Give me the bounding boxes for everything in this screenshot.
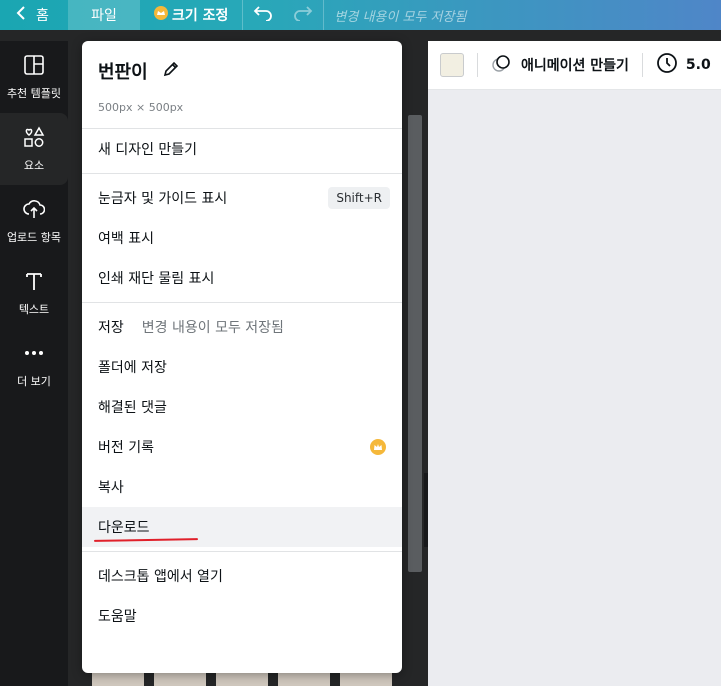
menu-item-label: 눈금자 및 가이드 표시 bbox=[98, 191, 228, 207]
menu-item-label: 저장 bbox=[98, 320, 124, 336]
menu-header: 번판이 500px × 500px bbox=[82, 41, 402, 129]
more-icon bbox=[23, 342, 45, 367]
editor-toolbar: 애니메이션 만들기 5.0 bbox=[428, 41, 721, 90]
animate-icon bbox=[491, 53, 513, 77]
clock-icon bbox=[656, 52, 678, 78]
menu-item-open-desktop[interactable]: 데스크톱 앱에서 열기 bbox=[82, 556, 402, 596]
menu-item-label: 버전 기록 bbox=[98, 440, 154, 456]
rail-item-elements[interactable]: 요소 bbox=[0, 113, 68, 185]
menu-item-copy[interactable]: 복사 bbox=[82, 467, 402, 507]
rail-item-label: 텍스트 bbox=[18, 302, 50, 316]
thumbnail[interactable] bbox=[154, 672, 206, 686]
thumbnail[interactable] bbox=[278, 672, 330, 686]
save-status: 변경 내용이 모두 저장됨 bbox=[334, 9, 467, 25]
menu-item-show-rulers[interactable]: 눈금자 및 가이드 표시 Shift+R bbox=[82, 178, 402, 218]
timer-label: 5.0 bbox=[685, 57, 711, 73]
menu-item-label: 데스크톱 앱에서 열기 bbox=[98, 569, 223, 585]
rail-item-uploads[interactable]: 업로드 항목 bbox=[0, 185, 68, 257]
background-color-swatch[interactable] bbox=[440, 53, 464, 77]
crown-icon bbox=[370, 439, 386, 455]
rail-item-label: 더 보기 bbox=[17, 374, 51, 388]
menu-item-label: 복사 bbox=[98, 480, 124, 496]
home-button[interactable]: 홈 bbox=[0, 0, 68, 30]
menu-item-label: 새 디자인 만들기 bbox=[98, 142, 198, 158]
menu-item-label: 인쇄 재단 물림 표시 bbox=[98, 271, 215, 287]
design-size: 500px × 500px bbox=[98, 101, 184, 114]
shortcut-badge: Shift+R bbox=[328, 187, 390, 209]
file-menu: 번판이 500px × 500px 새 디자인 만들기 눈금자 및 가이드 표시… bbox=[82, 41, 402, 673]
left-rail: 추천 템플릿 요소 업로드 항목 텍스트 더 보기 bbox=[0, 41, 68, 686]
undo-button[interactable] bbox=[243, 0, 283, 30]
crown-icon bbox=[154, 6, 168, 24]
redo-icon bbox=[293, 5, 313, 25]
save-status-text: 변경 내용이 모두 저장됨 bbox=[141, 320, 284, 336]
menu-item-version-history[interactable]: 버전 기록 bbox=[82, 427, 402, 467]
divider bbox=[641, 53, 643, 77]
rail-item-label: 업로드 항목 bbox=[6, 230, 62, 244]
timing-button[interactable]: 5.0 bbox=[656, 52, 711, 78]
panel-scrollbar[interactable] bbox=[408, 115, 422, 572]
animate-label: 애니메이션 만들기 bbox=[521, 58, 629, 74]
thumbnail[interactable] bbox=[92, 672, 144, 686]
home-label: 홈 bbox=[36, 8, 49, 24]
element-thumbnails bbox=[92, 672, 422, 686]
thumbnail[interactable] bbox=[216, 672, 268, 686]
design-title-text: 번판이 bbox=[98, 62, 148, 83]
menu-item-resolved-comments[interactable]: 해결된 댓글 bbox=[82, 387, 402, 427]
rail-item-more[interactable]: 더 보기 bbox=[0, 329, 68, 401]
menu-item-show-margins[interactable]: 여백 표시 bbox=[82, 218, 402, 258]
upload-icon bbox=[23, 198, 46, 223]
menu-divider bbox=[82, 551, 402, 552]
pencil-icon[interactable] bbox=[162, 60, 180, 83]
resize-button[interactable]: 크기 조정 bbox=[140, 0, 242, 30]
menu-item-label: 다운로드 bbox=[98, 520, 150, 536]
animate-button[interactable]: 애니메이션 만들기 bbox=[491, 53, 629, 77]
menu-divider bbox=[82, 173, 402, 174]
resize-label: 크기 조정 bbox=[172, 8, 229, 24]
menu-item-download[interactable]: 다운로드 bbox=[82, 507, 402, 547]
rail-item-label: 추천 템플릿 bbox=[6, 86, 62, 100]
menu-item-save-to-folder[interactable]: 폴더에 저장 bbox=[82, 347, 402, 387]
text-icon bbox=[23, 270, 45, 295]
chevron-left-icon bbox=[16, 6, 26, 24]
menu-item-show-bleed[interactable]: 인쇄 재단 물림 표시 bbox=[82, 258, 402, 298]
divider bbox=[477, 53, 478, 77]
menu-item-label: 도움말 bbox=[98, 609, 137, 625]
red-underline-annotation bbox=[93, 538, 199, 542]
menu-item-save[interactable]: 저장 변경 내용이 모두 저장됨 bbox=[82, 307, 402, 347]
menu-item-label: 폴더에 저장 bbox=[98, 360, 167, 376]
menu-item-label: 여백 표시 bbox=[98, 231, 154, 247]
file-label: 파일 bbox=[91, 8, 117, 24]
menu-item-help[interactable]: 도움말 bbox=[82, 596, 402, 636]
rail-item-text[interactable]: 텍스트 bbox=[0, 257, 68, 329]
redo-button[interactable] bbox=[283, 0, 323, 30]
menu-item-label: 해결된 댓글 bbox=[98, 400, 167, 416]
template-icon bbox=[23, 54, 45, 79]
thumbnail[interactable] bbox=[340, 672, 392, 686]
rail-item-templates[interactable]: 추천 템플릿 bbox=[0, 41, 68, 113]
design-canvas[interactable] bbox=[428, 90, 721, 686]
rail-item-label: 요소 bbox=[23, 158, 45, 172]
undo-icon bbox=[253, 5, 273, 25]
elements-icon bbox=[23, 125, 45, 151]
top-bar: 홈 파일 크기 조정 변경 내용이 모두 저장됨 bbox=[0, 0, 721, 30]
design-title[interactable]: 번판이 bbox=[98, 57, 386, 85]
file-menu-button[interactable]: 파일 bbox=[68, 0, 140, 30]
menu-divider bbox=[82, 302, 402, 303]
menu-item-new-design[interactable]: 새 디자인 만들기 bbox=[82, 129, 402, 169]
